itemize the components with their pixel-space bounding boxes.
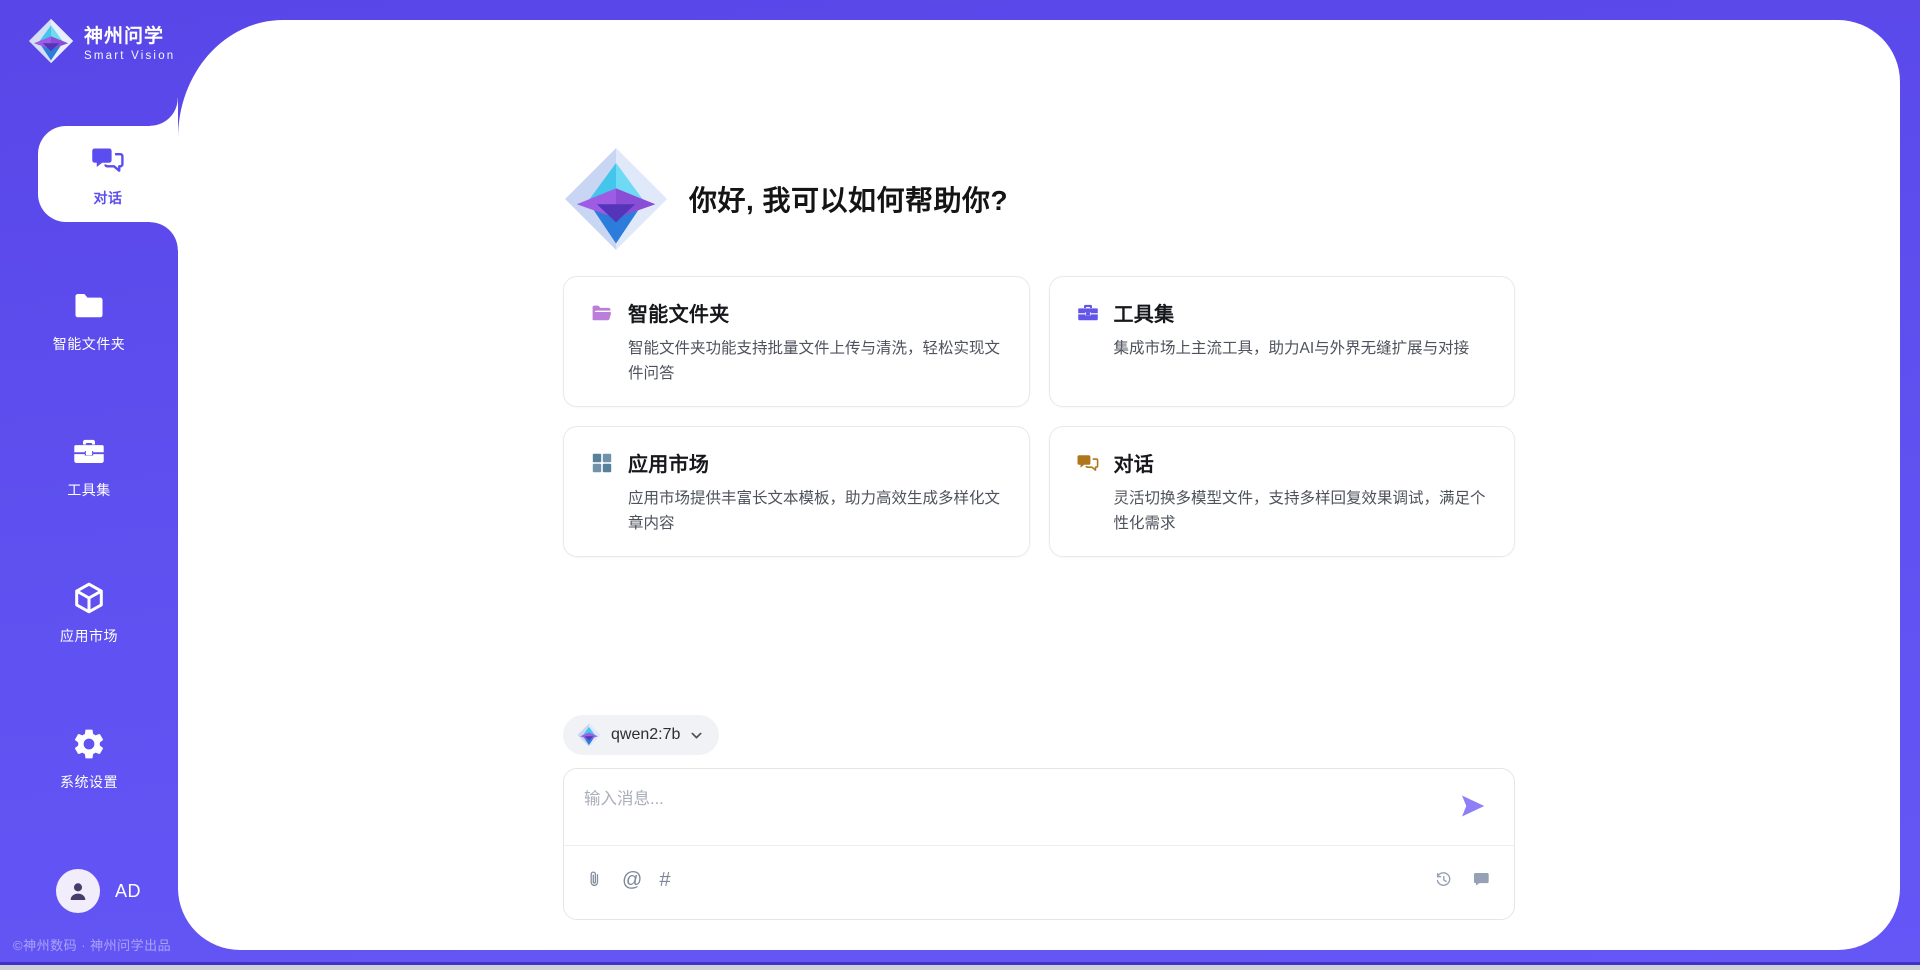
- chat-icon: [89, 141, 127, 179]
- sidebar-item-app-market[interactable]: 应用市场: [0, 564, 178, 660]
- attach-button[interactable]: [584, 869, 605, 890]
- sidebar-item-smart-folder[interactable]: 智能文件夹: [0, 272, 178, 368]
- user-name: AD: [115, 881, 141, 902]
- model-logo-icon: [577, 723, 601, 747]
- send-button[interactable]: [1458, 791, 1488, 821]
- chevron-down-icon: [690, 729, 703, 742]
- card-description: 智能文件夹功能支持批量文件上传与清洗，轻松实现文件问答: [628, 336, 1003, 386]
- grid-icon: [590, 451, 614, 475]
- cube-icon: [70, 579, 108, 617]
- comment-icon: [1471, 869, 1492, 890]
- message-composer: @ #: [563, 768, 1515, 920]
- sidebar-item-label: 系统设置: [60, 772, 118, 792]
- card-description: 灵活切换多模型文件，支持多样回复效果调试，满足个性化需求: [1114, 486, 1489, 536]
- mention-button[interactable]: @: [622, 870, 642, 890]
- sidebar-item-label: 工具集: [67, 480, 111, 500]
- model-name: qwen2:7b: [611, 726, 680, 744]
- card-title: 应用市场: [628, 448, 709, 477]
- brand-name: 神州问学: [84, 21, 175, 48]
- brand-logo-icon: [28, 18, 74, 64]
- brand-subtitle: Smart Vision: [84, 50, 175, 62]
- sidebar-item-label: 应用市场: [60, 626, 118, 646]
- card-description: 应用市场提供丰富长文本模板，助力高效生成多样化文章内容: [628, 486, 1003, 536]
- gear-icon: [70, 725, 108, 763]
- main-panel: 你好, 我可以如何帮助你? 智能文件夹 智能文件夹功能支持批量文件上传与清洗，轻…: [178, 20, 1900, 950]
- history-button[interactable]: [1433, 869, 1454, 890]
- card-app-market[interactable]: 应用市场 应用市场提供丰富长文本模板，助力高效生成多样化文章内容: [563, 426, 1030, 557]
- sidebar-item-toolbox[interactable]: 工具集: [0, 418, 178, 514]
- brand: 神州问学 Smart Vision: [0, 0, 178, 64]
- assistant-logo-icon: [563, 146, 669, 252]
- card-smart-folder[interactable]: 智能文件夹 智能文件夹功能支持批量文件上传与清洗，轻松实现文件问答: [563, 276, 1030, 407]
- card-chat[interactable]: 对话 灵活切换多模型文件，支持多样回复效果调试，满足个性化需求: [1049, 426, 1516, 557]
- folder-icon: [590, 301, 614, 325]
- sidebar-item-label: 对话: [94, 188, 123, 208]
- user-profile[interactable]: AD: [0, 869, 178, 913]
- folder-icon: [70, 287, 108, 325]
- window-bottom-border: [0, 965, 1920, 970]
- card-title: 工具集: [1114, 298, 1175, 327]
- card-title: 对话: [1114, 448, 1155, 477]
- avatar: [56, 869, 100, 913]
- toolbox-icon: [1076, 301, 1100, 325]
- topic-button[interactable]: #: [659, 870, 670, 890]
- send-icon: [1458, 791, 1488, 821]
- card-toolset[interactable]: 工具集 集成市场上主流工具，助力AI与外界无缝扩展与对接: [1049, 276, 1516, 407]
- copyright-footer: ©神州数码 · 神州问学出品: [13, 935, 178, 954]
- card-title: 智能文件夹: [628, 298, 730, 327]
- greeting-title: 你好, 我可以如何帮助你?: [689, 179, 1008, 219]
- sidebar-item-chat[interactable]: 对话: [38, 126, 178, 222]
- app-window: 神州问学 Smart Vision 对话: [0, 0, 1920, 970]
- greeting-hero: 你好, 我可以如何帮助你?: [563, 146, 1515, 252]
- sidebar-item-settings[interactable]: 系统设置: [0, 710, 178, 806]
- feature-cards: 智能文件夹 智能文件夹功能支持批量文件上传与清洗，轻松实现文件问答: [563, 276, 1515, 557]
- paperclip-icon: [584, 869, 605, 890]
- model-selector[interactable]: qwen2:7b: [563, 715, 719, 755]
- card-description: 集成市场上主流工具，助力AI与外界无缝扩展与对接: [1114, 336, 1489, 361]
- history-icon: [1433, 869, 1454, 890]
- sidebar-item-label: 智能文件夹: [53, 334, 126, 354]
- message-input[interactable]: [564, 769, 1434, 845]
- toolbox-icon: [70, 433, 108, 471]
- new-chat-button[interactable]: [1471, 869, 1492, 890]
- chat-icon: [1076, 451, 1100, 475]
- sidebar: 神州问学 Smart Vision 对话: [0, 0, 178, 970]
- sidebar-nav: 对话 智能文件夹: [0, 126, 178, 806]
